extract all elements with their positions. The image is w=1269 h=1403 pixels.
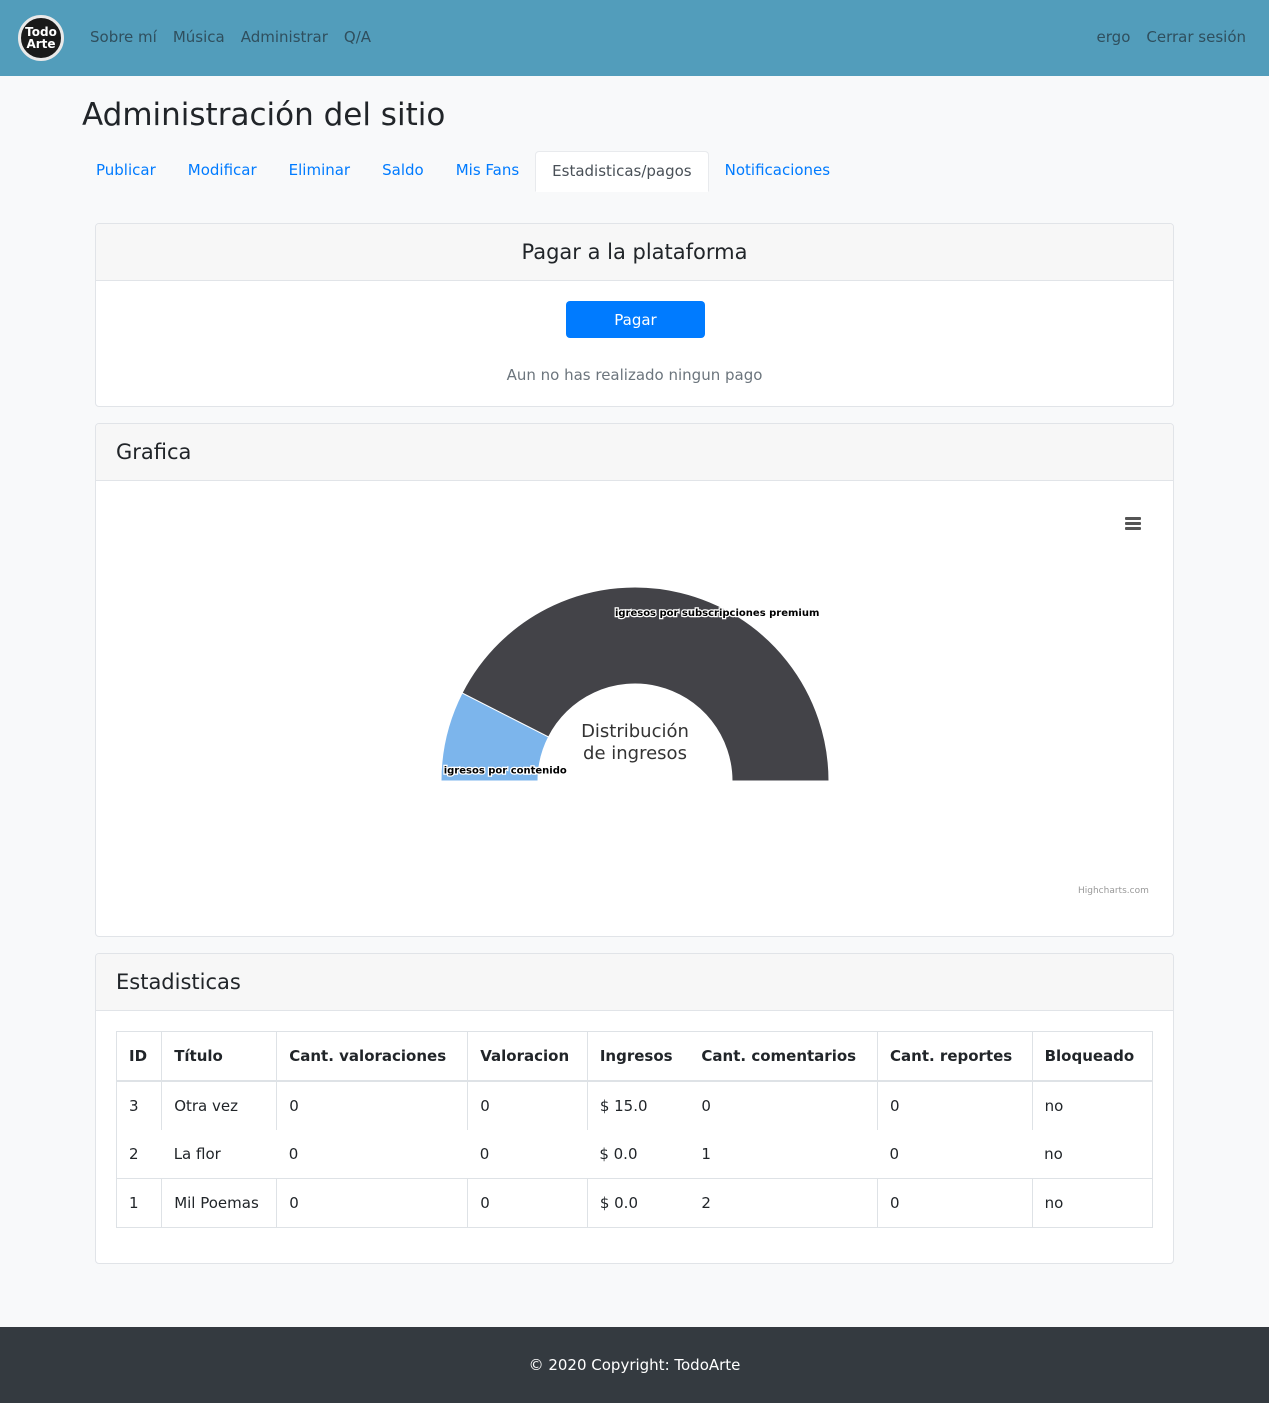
chart-card-title: Grafica [96, 424, 1173, 481]
nav-user-area: ergo Cerrar sesión [1097, 28, 1246, 46]
donut-slice-label: igresos por subscripciones premium [615, 608, 819, 619]
table-row: 3 Otra vez 0 0 $ 15.0 0 0 no [115, 1080, 1154, 1130]
cell-valoracion: 0 [479, 1144, 490, 1163]
col-cant-comentarios: Cant. comentarios [689, 1031, 879, 1082]
cell-valoracion: 0 [467, 1178, 588, 1228]
page-footer: © 2020 Copyright: TodoArte [0, 1327, 1269, 1403]
tab-eliminar[interactable]: Eliminar [273, 151, 366, 192]
pay-status-note: Aun no has realizado ningun pago [506, 366, 763, 384]
nav-link-qa[interactable]: Q/A [344, 28, 371, 46]
col-titulo: Título [161, 1031, 278, 1082]
table-row: 2 La flor 0 0 $ 0.0 1 0 no [115, 1129, 1154, 1179]
cell-id: 1 [115, 1178, 163, 1228]
cell-cant-valoraciones: 0 [276, 1080, 469, 1130]
stats-table: ID Título Cant. valoraciones Valoracion … [115, 1031, 1154, 1228]
chart-center-title-line-2: de ingresos [583, 743, 687, 764]
pay-button[interactable]: Pagar [566, 301, 705, 338]
col-valoracion: Valoracion [467, 1031, 588, 1082]
cell-id: 3 [115, 1080, 163, 1130]
pay-platform-card: Pagar a la plataforma Pagar Aun no has r… [95, 223, 1174, 407]
cell-cant-comentarios: 0 [689, 1080, 879, 1130]
pay-card-title: Pagar a la plataforma [96, 224, 1173, 281]
tab-publicar[interactable]: Publicar [80, 151, 172, 192]
tab-modificar[interactable]: Modificar [172, 151, 273, 192]
cell-ingresos: $ 0.0 [599, 1144, 638, 1163]
nav-user-link[interactable]: ergo [1097, 28, 1131, 46]
cell-cant-reportes: 0 [889, 1144, 900, 1163]
nav-link-administrar[interactable]: Administrar [241, 28, 328, 46]
cell-bloqueado: no [1032, 1129, 1154, 1179]
col-id: ID [115, 1031, 163, 1082]
tab-mis-fans[interactable]: Mis Fans [440, 151, 535, 192]
cell-id: 2 [115, 1129, 162, 1179]
cell-cant-reportes: 0 [877, 1178, 1033, 1228]
top-navbar: Todo Arte Sobre mí Música Administrar Q/… [0, 0, 1269, 76]
stats-card: Estadisticas ID Título Cant. valoracione… [95, 953, 1174, 1264]
admin-tabs: Publicar Modificar Eliminar Saldo Mis Fa… [80, 151, 846, 192]
cell-titulo: Mil Poemas [161, 1178, 278, 1228]
cell-bloqueado: no [1031, 1178, 1154, 1228]
nav-link-sobre-mi[interactable]: Sobre mí [90, 28, 157, 46]
footer-copyright: © 2020 Copyright: TodoArte [528, 1356, 741, 1374]
tab-notificaciones[interactable]: Notificaciones [709, 151, 846, 192]
nav-link-musica[interactable]: Música [173, 28, 225, 46]
cell-bloqueado: no [1031, 1080, 1154, 1130]
col-cant-reportes: Cant. reportes [877, 1031, 1033, 1082]
chart-card: Grafica igresos por contenido igresos por… [95, 423, 1174, 937]
todoarte-logo[interactable]: Todo Arte [18, 15, 64, 61]
cell-cant-valoraciones: 0 [288, 1144, 299, 1163]
cell-titulo: Otra vez [161, 1080, 278, 1130]
donut-slice-label: igresos por contenido [444, 765, 567, 776]
cell-cant-comentarios: 2 [689, 1178, 879, 1228]
col-bloqueado: Bloqueado [1031, 1031, 1154, 1082]
tab-estadisticas-pagos[interactable]: Estadisticas/pagos [535, 151, 709, 192]
logo-text-bottom: Arte [26, 37, 56, 51]
cell-cant-valoraciones: 0 [276, 1178, 469, 1228]
chart-center-title-line-1: Distribución [581, 721, 689, 742]
cell-ingresos: $ 0.0 [586, 1178, 690, 1228]
nav-links: Sobre mí Música Administrar Q/A [90, 28, 371, 46]
table-row: 1 Mil Poemas 0 0 $ 0.0 2 0 no [115, 1178, 1154, 1228]
tab-saldo[interactable]: Saldo [366, 151, 440, 192]
cell-valoracion: 0 [467, 1080, 588, 1130]
page-title: Administración del sitio [82, 97, 446, 133]
cell-cant-reportes: 0 [877, 1080, 1033, 1130]
stats-card-title: Estadisticas [96, 954, 1173, 1011]
cell-cant-comentarios: 1 [701, 1144, 711, 1163]
stats-table-header: ID Título Cant. valoraciones Valoracion … [115, 1031, 1154, 1082]
cell-ingresos: $ 15.0 [586, 1080, 690, 1130]
income-donut-chart: igresos por contenido igresos por subscri… [440, 586, 830, 782]
col-cant-valoraciones: Cant. valoraciones [276, 1031, 469, 1082]
highcharts-credit[interactable]: Highcharts.com [1078, 886, 1149, 896]
cell-titulo: La flor [173, 1144, 221, 1163]
col-ingresos: Ingresos [586, 1031, 690, 1082]
logout-link[interactable]: Cerrar sesión [1146, 28, 1246, 46]
